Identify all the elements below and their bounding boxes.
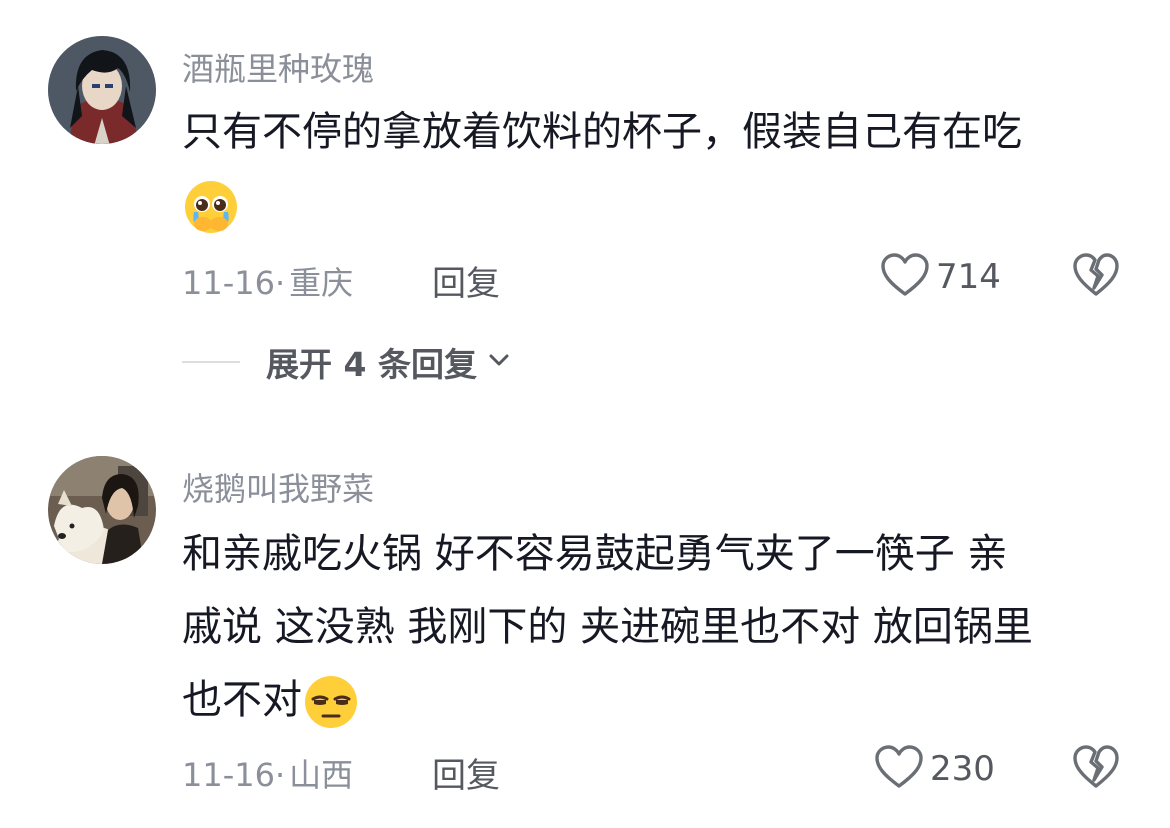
pleading-face-emoji	[182, 178, 240, 236]
reply-button[interactable]: 回复	[432, 748, 500, 797]
unamused-face-emoji	[302, 673, 360, 731]
broken-heart-icon	[1072, 253, 1120, 302]
like-button[interactable]: 230	[874, 744, 995, 794]
comment-meta: 11-16· 山西	[182, 750, 353, 796]
like-button[interactable]: 714	[880, 252, 1001, 302]
divider	[182, 361, 240, 363]
comment-text-line: 只有不停的拿放着饮料的杯子，假装自己有在吃	[182, 109, 1022, 155]
meta-separator: ·	[274, 264, 286, 302]
heart-outline-icon	[874, 744, 924, 794]
comment-text-line: 戚说 这没熟 我刚下的 夹进碗里也不对 放回锅里	[182, 604, 1033, 650]
avatar[interactable]	[48, 456, 156, 564]
comment-text-line: 也不对	[182, 664, 1122, 737]
comment-text: 和亲戚吃火锅 好不容易鼓起勇气夹了一筷子 亲 戚说 这没熟 我刚下的 夹进碗里也…	[182, 518, 1122, 737]
broken-heart-icon	[1072, 745, 1120, 794]
meta-separator: ·	[274, 756, 286, 794]
like-count: 714	[936, 257, 1001, 297]
expand-replies-label: 展开 4 条回复	[266, 345, 477, 384]
comment-text-segment: 也不对	[182, 677, 302, 723]
comment-text-line: 和亲戚吃火锅 好不容易鼓起勇气夹了一筷子 亲	[182, 531, 1008, 577]
comment-date: 11-16	[182, 264, 275, 302]
username[interactable]: 烧鹅叫我野菜	[182, 464, 374, 510]
heart-outline-icon	[880, 252, 930, 302]
avatar[interactable]	[48, 36, 156, 144]
comment-date: 11-16	[182, 756, 275, 794]
comment-meta: 11-16· 重庆	[182, 258, 353, 304]
dislike-button[interactable]	[1072, 252, 1120, 302]
comment-location: 山西	[289, 756, 354, 794]
username[interactable]: 酒瓶里种玫瑰	[182, 44, 374, 90]
comment-location: 重庆	[289, 264, 354, 302]
like-count: 230	[930, 749, 995, 789]
comment-text-line	[182, 169, 1122, 242]
chevron-down-icon	[487, 352, 511, 372]
reply-button[interactable]: 回复	[432, 256, 500, 305]
dislike-button[interactable]	[1072, 744, 1120, 794]
comment-text: 只有不停的拿放着饮料的杯子，假装自己有在吃	[182, 96, 1122, 242]
comment-list: 酒瓶里种玫瑰 只有不停的拿放着饮料的杯子，假装自己有在吃 11-16· 重庆 回…	[0, 0, 1170, 828]
expand-replies-button[interactable]: 展开 4 条回复	[182, 338, 511, 386]
